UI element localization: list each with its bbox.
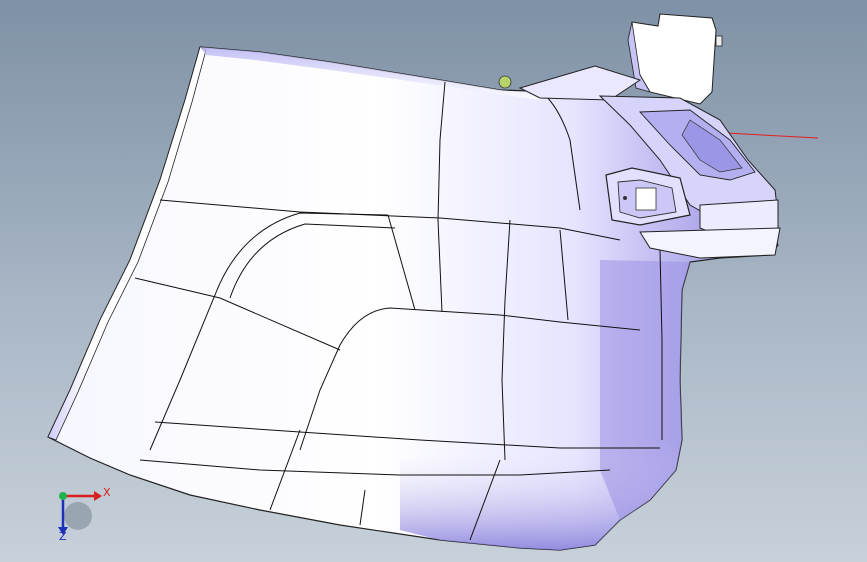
coordinate-triad: X Z [40, 478, 120, 548]
fog-lamp-detail [635, 187, 657, 211]
part-model[interactable] [0, 0, 867, 562]
rail-fastener [498, 75, 512, 89]
y-axis-origin-icon [59, 492, 67, 500]
right-shade-surface [600, 260, 690, 520]
cad-graphics-viewport[interactable]: X Z [0, 0, 867, 562]
reference-axis-line [725, 132, 819, 139]
x-axis-label: X [103, 486, 111, 499]
bracket-pin [715, 35, 723, 47]
triad-shadow-icon [64, 502, 92, 530]
x-axis-arrowhead-icon [94, 491, 102, 501]
z-axis-label: Z [59, 530, 67, 543]
rail-bar [518, 65, 642, 101]
fog-lamp-pin [623, 196, 627, 200]
